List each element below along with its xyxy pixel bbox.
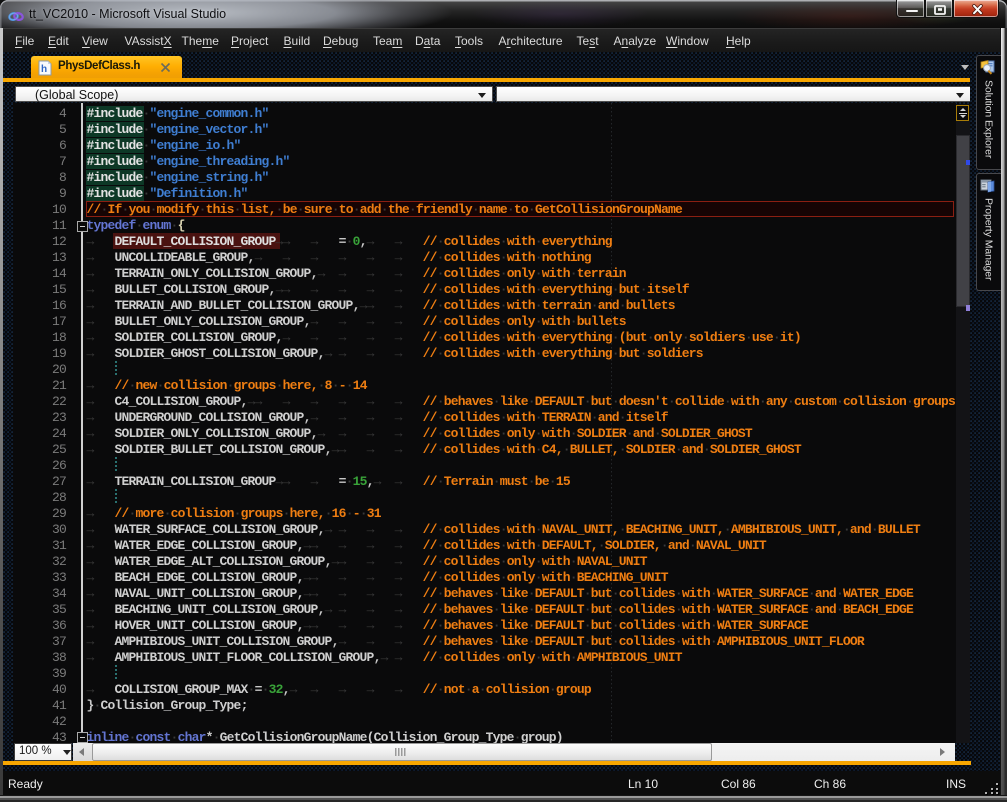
svg-text:h: h xyxy=(41,64,47,75)
